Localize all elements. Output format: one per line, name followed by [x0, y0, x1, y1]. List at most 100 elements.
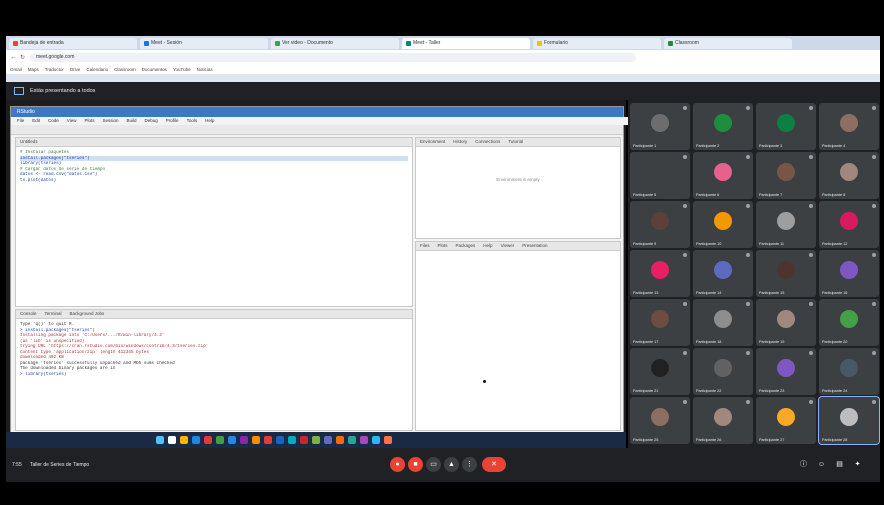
- env-tab[interactable]: History: [453, 138, 467, 146]
- menu-item[interactable]: Plots: [84, 117, 94, 125]
- participant-tile[interactable]: Participante 8: [819, 152, 879, 199]
- participant-tile[interactable]: Participante 25: [630, 397, 690, 444]
- taskbar-app-icon[interactable]: [276, 436, 284, 444]
- more-options-button[interactable]: ⋮: [462, 457, 477, 472]
- taskbar-app-icon[interactable]: [252, 436, 260, 444]
- browser-tab[interactable]: Classroom: [664, 37, 792, 49]
- env-tab[interactable]: Environment: [420, 138, 445, 146]
- taskbar-app-icon[interactable]: [300, 436, 308, 444]
- info-icon[interactable]: ⓘ: [796, 457, 811, 472]
- participant-tile[interactable]: Participante 27: [756, 397, 816, 444]
- browser-tab[interactable]: Meet - Sesión: [140, 37, 268, 49]
- menu-item[interactable]: Session: [103, 117, 119, 125]
- participant-tile[interactable]: Participante 6: [693, 152, 753, 199]
- bookmark-item[interactable]: Gmail: [10, 67, 22, 72]
- taskbar-app-icon[interactable]: [288, 436, 296, 444]
- activities-icon[interactable]: ✦: [850, 457, 865, 472]
- mic-off-button[interactable]: ●: [390, 457, 405, 472]
- files-tab[interactable]: Help: [483, 242, 492, 250]
- taskbar-app-icon[interactable]: [324, 436, 332, 444]
- files-tab[interactable]: Packages: [456, 242, 476, 250]
- browser-tab[interactable]: Bandeja de entrada: [9, 37, 137, 49]
- participant-tile[interactable]: Participante 22: [693, 348, 753, 395]
- taskbar-app-icon[interactable]: [336, 436, 344, 444]
- bookmark-item[interactable]: Maps: [28, 67, 39, 72]
- taskbar-app-icon[interactable]: [228, 436, 236, 444]
- back-icon[interactable]: ←: [10, 54, 17, 61]
- console-body[interactable]: Type 'q()' to quit R. > install.packages(…: [16, 319, 412, 380]
- participant-tile[interactable]: Participante 28: [818, 396, 880, 445]
- url-field[interactable]: meet.google.com: [30, 52, 636, 62]
- participant-tile[interactable]: Participante 4: [819, 103, 879, 150]
- taskbar-app-icon[interactable]: [168, 436, 176, 444]
- participant-tile[interactable]: Participante 10: [693, 201, 753, 248]
- bookmark-item[interactable]: Calendario: [86, 67, 108, 72]
- editor-body[interactable]: # Instalar paquetes install.packages("tse…: [16, 147, 412, 186]
- taskbar-app-icon[interactable]: [240, 436, 248, 444]
- menu-item[interactable]: View: [67, 117, 77, 125]
- participant-tile[interactable]: Participante 24: [819, 348, 879, 395]
- participant-tile[interactable]: Participante 7: [756, 152, 816, 199]
- bookmark-item[interactable]: Classroom: [114, 67, 136, 72]
- console-tab[interactable]: Background Jobs: [70, 310, 105, 318]
- chat-icon[interactable]: ▤: [832, 457, 847, 472]
- participant-tile[interactable]: Participante 9: [630, 201, 690, 248]
- menu-item[interactable]: File: [17, 117, 24, 125]
- browser-tab[interactable]: Formulario: [533, 37, 661, 49]
- windows-start-icon[interactable]: [156, 436, 164, 444]
- files-tab[interactable]: Files: [420, 242, 430, 250]
- menu-item[interactable]: Debug: [145, 117, 158, 125]
- participant-tile[interactable]: Participante 14: [693, 250, 753, 297]
- console-tab[interactable]: Console: [20, 310, 37, 318]
- taskbar-app-icon[interactable]: [216, 436, 224, 444]
- participant-tile[interactable]: Participante 23: [756, 348, 816, 395]
- menu-item[interactable]: Profile: [166, 117, 179, 125]
- taskbar-app-icon[interactable]: [192, 436, 200, 444]
- taskbar-app-icon[interactable]: [348, 436, 356, 444]
- reload-icon[interactable]: ↻: [20, 54, 25, 61]
- bookmark-item[interactable]: Noticias: [197, 67, 213, 72]
- taskbar-app-icon[interactable]: [264, 436, 272, 444]
- participant-tile[interactable]: Participante 18: [693, 299, 753, 346]
- participant-tile[interactable]: Participante 15: [756, 250, 816, 297]
- participant-tile[interactable]: Participante 2: [693, 103, 753, 150]
- camera-off-button[interactable]: ■: [408, 457, 423, 472]
- bookmark-item[interactable]: Traductor: [45, 67, 64, 72]
- participant-tile[interactable]: Participante 3: [756, 103, 816, 150]
- participant-tile[interactable]: Participante 26: [693, 397, 753, 444]
- bookmark-item[interactable]: Documentos: [142, 67, 167, 72]
- taskbar-app-icon[interactable]: [384, 436, 392, 444]
- editor-tab[interactable]: Untitled1: [20, 138, 38, 146]
- taskbar-app-icon[interactable]: [180, 436, 188, 444]
- console-tab[interactable]: Terminal: [45, 310, 62, 318]
- participant-tile[interactable]: Participante 13: [630, 250, 690, 297]
- people-icon[interactable]: ☺: [814, 457, 829, 472]
- participant-tile[interactable]: Participante 20: [819, 299, 879, 346]
- menu-item[interactable]: Tools: [187, 117, 198, 125]
- bookmark-item[interactable]: YouTube: [173, 67, 191, 72]
- participant-tile[interactable]: Participante 11: [756, 201, 816, 248]
- browser-tab[interactable]: Meet - Taller: [402, 37, 530, 49]
- files-tab[interactable]: Plots: [438, 242, 448, 250]
- captions-button[interactable]: ▭: [426, 457, 441, 472]
- env-tab[interactable]: Tutorial: [508, 138, 523, 146]
- env-tab[interactable]: Connections: [475, 138, 500, 146]
- participant-tile[interactable]: Participante 16: [819, 250, 879, 297]
- taskbar-app-icon[interactable]: [360, 436, 368, 444]
- participant-tile[interactable]: Participante 5: [630, 152, 690, 199]
- bookmark-item[interactable]: Drive: [70, 67, 81, 72]
- menu-item[interactable]: Build: [127, 117, 137, 125]
- browser-tab[interactable]: Ver video - Documento: [271, 37, 399, 49]
- taskbar-app-icon[interactable]: [372, 436, 380, 444]
- participant-tile[interactable]: Participante 17: [630, 299, 690, 346]
- participant-tile[interactable]: Participante 12: [819, 201, 879, 248]
- taskbar-app-icon[interactable]: [312, 436, 320, 444]
- participant-tile[interactable]: Participante 1: [630, 103, 690, 150]
- participant-tile[interactable]: Participante 19: [756, 299, 816, 346]
- menu-item[interactable]: Help: [205, 117, 214, 125]
- files-tab[interactable]: Viewer: [501, 242, 515, 250]
- end-call-button[interactable]: ✕: [482, 457, 506, 472]
- present-button[interactable]: ▲: [444, 457, 459, 472]
- taskbar-app-icon[interactable]: [204, 436, 212, 444]
- menu-item[interactable]: Edit: [32, 117, 40, 125]
